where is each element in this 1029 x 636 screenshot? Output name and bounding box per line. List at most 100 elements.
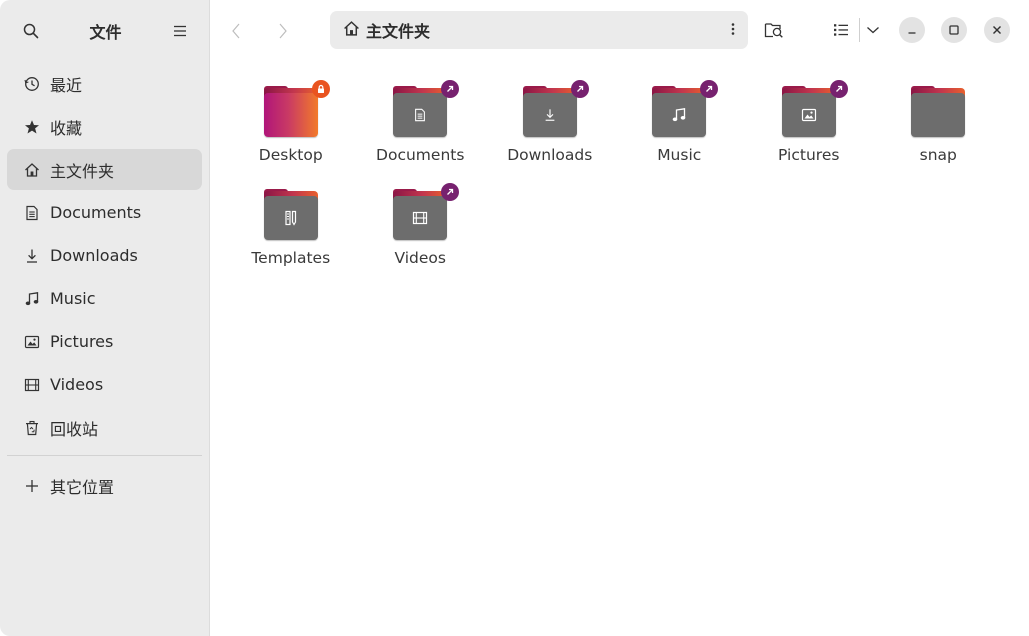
- vertical-dots-icon: [731, 23, 735, 35]
- sidebar-places-list: 最近 收藏 主文件夹 Documents Downloads Music Pic…: [0, 63, 209, 448]
- symlink-emblem-icon: [441, 183, 460, 201]
- file-name: Templates: [251, 249, 331, 267]
- sidebar: 文件 最近 收藏 主文件夹 Documents Downloads Music …: [0, 0, 210, 636]
- forward-button[interactable]: [272, 18, 294, 44]
- clock-icon: [23, 75, 41, 93]
- folder-search-icon: [764, 23, 783, 38]
- document-icon: [415, 108, 426, 122]
- path-menu-button[interactable]: [731, 21, 735, 41]
- picture-icon: [801, 108, 816, 122]
- music-icon: [672, 108, 686, 122]
- download-icon: [23, 247, 41, 265]
- path-segment-home[interactable]: 主文件夹: [366, 18, 430, 42]
- file-name: Videos: [394, 249, 446, 267]
- download-icon: [545, 109, 555, 121]
- picture-icon: [23, 333, 41, 351]
- sidebar-item-documents[interactable]: Documents: [7, 192, 202, 233]
- symlink-emblem-icon: [829, 80, 848, 98]
- file-item-snap[interactable]: snap: [874, 80, 1004, 183]
- folder-icon: [781, 80, 848, 138]
- sidebar-item-recent[interactable]: 最近: [7, 63, 202, 104]
- folder-icon: [263, 189, 318, 241]
- file-grid: Desktop Documents Downloads Music Pictur…: [226, 80, 1003, 286]
- back-button[interactable]: [225, 18, 247, 44]
- view-options-button[interactable]: [860, 17, 886, 43]
- sidebar-item-label: Documents: [50, 203, 142, 222]
- maximize-button[interactable]: [941, 17, 967, 43]
- sidebar-header: 文件: [0, 0, 209, 62]
- folder-icon: [911, 86, 966, 138]
- search-button[interactable]: [20, 20, 42, 42]
- symlink-emblem-icon: [570, 80, 589, 98]
- chevron-left-icon: [232, 23, 240, 39]
- search-files-button[interactable]: [761, 17, 787, 43]
- file-name: Downloads: [507, 146, 593, 164]
- folder-icon: [393, 183, 460, 241]
- sidebar-item-downloads[interactable]: Downloads: [7, 235, 202, 276]
- minimize-button[interactable]: [899, 17, 925, 43]
- sidebar-divider: [7, 455, 202, 456]
- sidebar-item-label: Pictures: [50, 332, 114, 351]
- document-icon: [23, 204, 41, 222]
- sidebar-item-music[interactable]: Music: [7, 278, 202, 319]
- file-manager-window: 文件 最近 收藏 主文件夹 Documents Downloads Music …: [0, 0, 1029, 636]
- file-name: Documents: [376, 146, 465, 164]
- close-icon: [993, 26, 1001, 34]
- sidebar-item-label: 主文件夹: [50, 161, 115, 181]
- folder-icon: [522, 80, 589, 138]
- file-item-documents[interactable]: Documents: [356, 80, 486, 183]
- sidebar-item-label: 其它位置: [50, 477, 115, 497]
- main-content: 主文件夹 Desktop Documents Downloads Music P…: [210, 0, 1029, 636]
- file-name: Music: [657, 146, 702, 164]
- sidebar-item-trash[interactable]: 回收站: [7, 407, 202, 448]
- file-item-desktop[interactable]: Desktop: [226, 80, 356, 183]
- home-icon: [23, 161, 41, 179]
- sidebar-item-label: Downloads: [50, 246, 138, 265]
- sidebar-item-pictures[interactable]: Pictures: [7, 321, 202, 362]
- sidebar-item-label: 回收站: [50, 419, 99, 439]
- sidebar-other-list: 其它位置: [0, 465, 209, 506]
- home-icon: [343, 20, 360, 41]
- sidebar-item-label: Music: [50, 289, 96, 308]
- sidebar-item-home[interactable]: 主文件夹: [7, 149, 202, 190]
- symlink-emblem-icon: [700, 80, 719, 98]
- header-bar: 主文件夹: [210, 0, 1029, 62]
- lock-emblem-icon: [311, 80, 330, 98]
- maximize-icon: [949, 25, 959, 35]
- folder-icon: [652, 80, 719, 138]
- file-item-music[interactable]: Music: [615, 80, 745, 183]
- plus-icon: [23, 477, 41, 495]
- file-item-templates[interactable]: Templates: [226, 183, 356, 286]
- sidebar-item-starred[interactable]: 收藏: [7, 106, 202, 147]
- location-bar[interactable]: 主文件夹: [330, 11, 748, 49]
- list-view-icon: [834, 24, 848, 36]
- film-icon: [413, 211, 428, 225]
- trash-icon: [23, 419, 41, 437]
- sidebar-item-label: 收藏: [50, 118, 83, 138]
- chevron-down-icon: [867, 27, 879, 34]
- file-name: Pictures: [778, 146, 840, 164]
- sidebar-item-label: Videos: [50, 375, 104, 394]
- app-title: 文件: [89, 23, 122, 42]
- music-icon: [23, 290, 41, 308]
- sidebar-item-other-locations[interactable]: 其它位置: [7, 465, 202, 506]
- search-icon: [23, 23, 39, 39]
- hamburger-menu-icon: [173, 25, 186, 37]
- folder-icon: [393, 80, 460, 138]
- star-icon: [23, 118, 41, 136]
- template-icon: [285, 210, 296, 226]
- sidebar-item-label: 最近: [50, 75, 83, 95]
- file-item-pictures[interactable]: Pictures: [744, 80, 874, 183]
- file-item-downloads[interactable]: Downloads: [485, 80, 615, 183]
- film-icon: [23, 376, 41, 394]
- file-name: Desktop: [258, 146, 323, 164]
- close-button[interactable]: [984, 17, 1010, 43]
- file-item-videos[interactable]: Videos: [356, 183, 486, 286]
- minimize-icon: [908, 32, 916, 34]
- main-menu-button[interactable]: [169, 20, 191, 42]
- folder-icon: [263, 80, 330, 138]
- file-name: snap: [919, 146, 957, 164]
- view-list-button[interactable]: [828, 17, 854, 43]
- chevron-right-icon: [279, 23, 287, 39]
- sidebar-item-videos[interactable]: Videos: [7, 364, 202, 405]
